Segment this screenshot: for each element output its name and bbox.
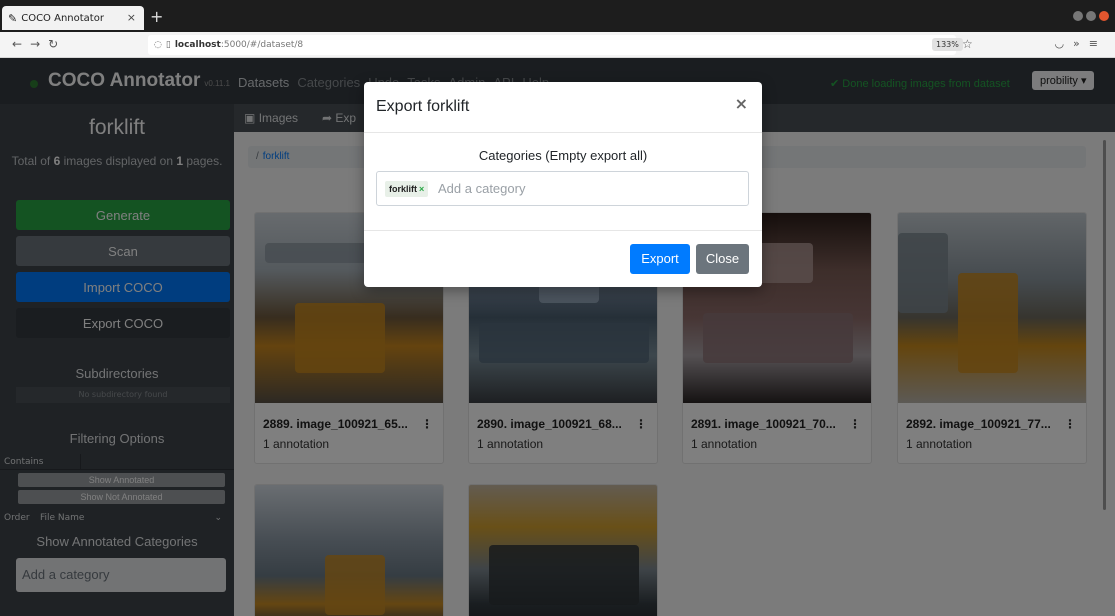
reload-icon[interactable]: ↻ [48,37,66,51]
window-controls [1073,11,1109,21]
tag-remove-icon[interactable]: × [419,184,424,194]
browser-toolbar-right: ◡»≡ [1054,37,1107,50]
url-path: :5000/#/dataset/8 [220,40,304,50]
export-modal: Export forklift × Categories (Empty expo… [364,82,762,287]
zoom-level[interactable]: 133% [932,38,963,51]
shield-icon: ◌ [154,40,162,50]
tab-close-icon[interactable]: × [127,11,136,24]
overflow-chevron-icon[interactable]: » [1073,37,1089,50]
forward-icon[interactable]: → [30,37,48,51]
new-tab-button[interactable]: + [150,7,163,26]
category-tag-input[interactable]: forklift × Add a category [376,171,749,206]
url-host: localhost [174,40,221,50]
browser-tab-bar: ✎ COCO Annotator × + [0,0,1115,32]
hamburger-menu-icon[interactable]: ≡ [1089,37,1107,50]
bookmark-star-icon[interactable]: ☆ [962,37,973,51]
close-button[interactable]: Close [696,244,749,274]
nav-arrows: ←→↻ [12,37,66,51]
pocket-icon[interactable]: ◡ [1054,37,1073,50]
back-icon[interactable]: ← [12,37,30,51]
category-tag-label: forklift [389,184,417,194]
categories-label: Categories (Empty export all) [478,148,648,163]
minimize-button[interactable] [1073,11,1083,21]
window-close-button[interactable] [1099,11,1109,21]
maximize-button[interactable] [1086,11,1096,21]
tab-title: COCO Annotator [21,12,104,24]
browser-tab[interactable]: ✎ COCO Annotator × [2,6,144,30]
close-icon[interactable]: × [735,94,748,113]
app-favicon-icon: ✎ [8,11,18,25]
url-bar[interactable]: ◌ ▯ localhost:5000/#/dataset/8 [148,35,956,55]
category-input-placeholder[interactable]: Add a category [438,181,525,196]
category-tag-forklift: forklift × [385,181,429,197]
modal-footer-divider [364,230,762,231]
page-icon: ▯ [165,40,171,50]
modal-title: Export forklift [376,98,470,115]
export-button[interactable]: Export [630,244,690,274]
modal-divider [364,132,762,133]
browser-nav-bar: ←→↻ ◌ ▯ localhost:5000/#/dataset/8 133% … [0,32,1115,58]
